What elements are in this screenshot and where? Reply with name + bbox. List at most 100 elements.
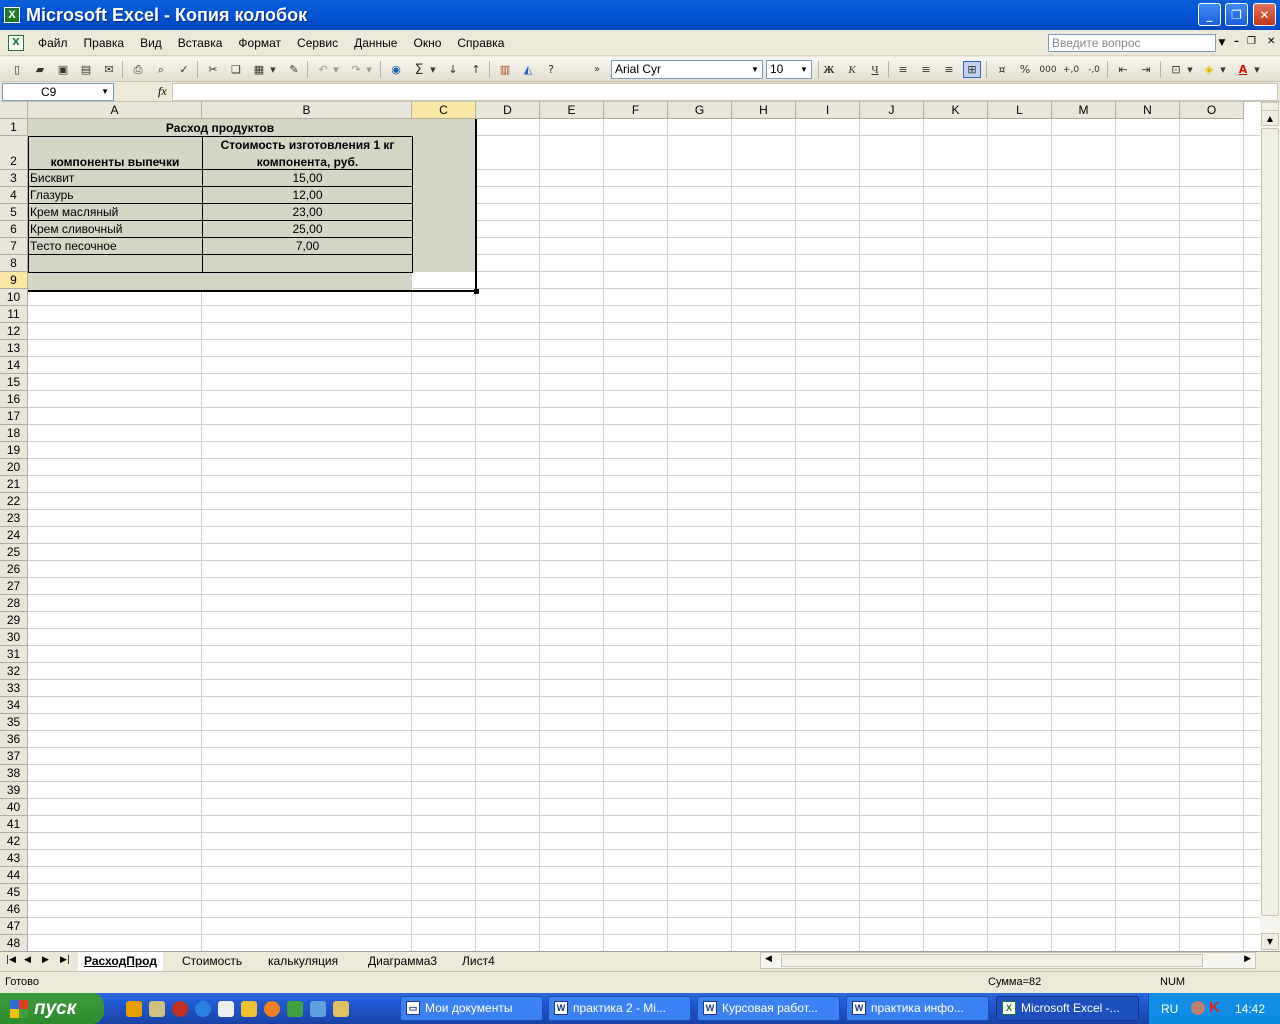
chart-wizard-icon[interactable]: ▥ [496,61,514,78]
vertical-scrollbar[interactable]: ▲ ▼ [1260,102,1280,951]
column-header-N[interactable]: N [1116,102,1180,119]
font-name-select[interactable]: Arial Cyr ▼ [611,60,763,79]
sheet-tab-diagramma3[interactable]: Диаграмма3 [362,952,443,971]
align-center-icon[interactable]: ≡ [917,61,935,78]
column-header-J[interactable]: J [860,102,924,119]
chevron-down-icon[interactable]: ▼ [331,61,341,78]
first-sheet-icon[interactable]: |◀ [6,955,16,965]
prev-sheet-icon[interactable]: ◀ [24,955,31,965]
row-header[interactable]: 42 [0,833,28,850]
column-header-I[interactable]: I [796,102,860,119]
column-header-C[interactable]: C [412,102,476,119]
formula-input[interactable] [172,83,1278,101]
quicklaunch-ie-icon[interactable] [195,1001,211,1017]
fill-handle[interactable] [474,289,479,294]
row-header[interactable]: 1 [0,119,28,136]
save-icon[interactable]: ▣ [54,61,72,78]
row-header[interactable]: 41 [0,816,28,833]
row-header[interactable]: 23 [0,510,28,527]
doc-close-button[interactable]: ✕ [1267,36,1275,47]
sheet-tab-rashodprod[interactable]: РасходПрод [78,952,163,971]
redo-icon[interactable]: ↷ [347,61,365,78]
menu-format[interactable]: Формат [230,30,289,56]
cell-component-cost[interactable]: 25,00 [203,221,412,237]
row-header[interactable]: 21 [0,476,28,493]
column-header-K[interactable]: K [924,102,988,119]
row-header[interactable]: 27 [0,578,28,595]
scroll-left-arrow-icon[interactable]: ◀ [765,954,772,964]
quicklaunch-app2-icon[interactable] [310,1001,326,1017]
row-header[interactable]: 39 [0,782,28,799]
row-header[interactable]: 26 [0,561,28,578]
row-header[interactable]: 8 [0,255,28,272]
chevron-down-icon[interactable]: ▼ [1185,61,1195,78]
row-header[interactable]: 45 [0,884,28,901]
task-word-praktika-info[interactable]: Wпрактика инфо... [846,996,989,1021]
row-header[interactable]: 44 [0,867,28,884]
column-header-L[interactable]: L [988,102,1052,119]
menu-data[interactable]: Данные [346,30,405,56]
next-sheet-icon[interactable]: ▶ [42,955,49,965]
email-icon[interactable]: ✉ [100,61,118,78]
cell-component-name[interactable]: Крем масляный [30,204,118,220]
scroll-up-arrow-icon[interactable]: ▲ [1261,110,1279,126]
row-header[interactable]: 10 [0,289,28,306]
quicklaunch-media-icon[interactable] [126,1001,142,1017]
header-components[interactable]: компоненты выпечки [28,154,202,170]
row-header[interactable]: 14 [0,357,28,374]
menu-help[interactable]: Справка [449,30,512,56]
cut-icon[interactable]: ✂ [204,61,222,78]
column-header-E[interactable]: E [540,102,604,119]
chevron-down-icon[interactable]: ▼ [749,62,761,77]
row-header[interactable]: 13 [0,340,28,357]
row-header[interactable]: 9 [0,272,28,289]
row-header[interactable]: 32 [0,663,28,680]
toolbar-options-icon[interactable]: » [588,61,606,78]
menu-tools[interactable]: Сервис [289,30,346,56]
hscroll-thumb[interactable] [781,954,1203,967]
merge-center-icon[interactable]: ⊞ [963,61,981,78]
close-button[interactable]: ✕ [1253,3,1276,26]
quicklaunch-desktop-icon[interactable] [218,1001,234,1017]
start-button[interactable]: пуск [0,993,104,1024]
column-header-O[interactable]: O [1180,102,1244,119]
row-header[interactable]: 2 [0,136,28,170]
sort-descending-icon[interactable]: ↑ [467,61,485,78]
excel-app-icon[interactable]: X [4,7,20,23]
row-header[interactable]: 12 [0,323,28,340]
quicklaunch-opera-icon[interactable] [172,1001,188,1017]
quicklaunch-app-icon[interactable] [149,1001,165,1017]
print-icon[interactable]: ⎙ [129,61,147,78]
row-header[interactable]: 47 [0,918,28,935]
antivirus-icon[interactable]: K [1209,999,1220,1016]
column-header-D[interactable]: D [476,102,540,119]
select-all-corner[interactable] [0,102,28,119]
row-header[interactable]: 5 [0,204,28,221]
document-icon[interactable]: X [8,34,24,51]
menu-file[interactable]: Файл [30,30,76,56]
row-header[interactable]: 29 [0,612,28,629]
align-left-icon[interactable]: ≡ [894,61,912,78]
row-header[interactable]: 11 [0,306,28,323]
table-title[interactable]: Расход продуктов [28,120,412,136]
row-header[interactable]: 17 [0,408,28,425]
row-header[interactable]: 31 [0,646,28,663]
last-sheet-icon[interactable]: ▶| [60,955,70,965]
row-header[interactable]: 37 [0,748,28,765]
row-header[interactable]: 46 [0,901,28,918]
underline-button[interactable]: Ч [866,61,884,78]
name-box[interactable]: C9 ▼ [2,83,114,101]
quicklaunch-icq-icon[interactable] [287,1001,303,1017]
menu-window[interactable]: Окно [405,30,449,56]
insert-function-icon[interactable]: fx [158,84,167,99]
autosum-icon[interactable]: Σ [410,61,428,78]
row-header[interactable]: 43 [0,850,28,867]
new-icon[interactable]: ▯ [8,61,26,78]
column-header-F[interactable]: F [604,102,668,119]
column-header-M[interactable]: M [1052,102,1116,119]
scroll-thumb[interactable] [1261,128,1279,916]
cell-component-name[interactable]: Тесто песочное [30,238,117,254]
row-header[interactable]: 40 [0,799,28,816]
row-header[interactable]: 33 [0,680,28,697]
tray-expand-icon[interactable] [1191,1001,1205,1015]
